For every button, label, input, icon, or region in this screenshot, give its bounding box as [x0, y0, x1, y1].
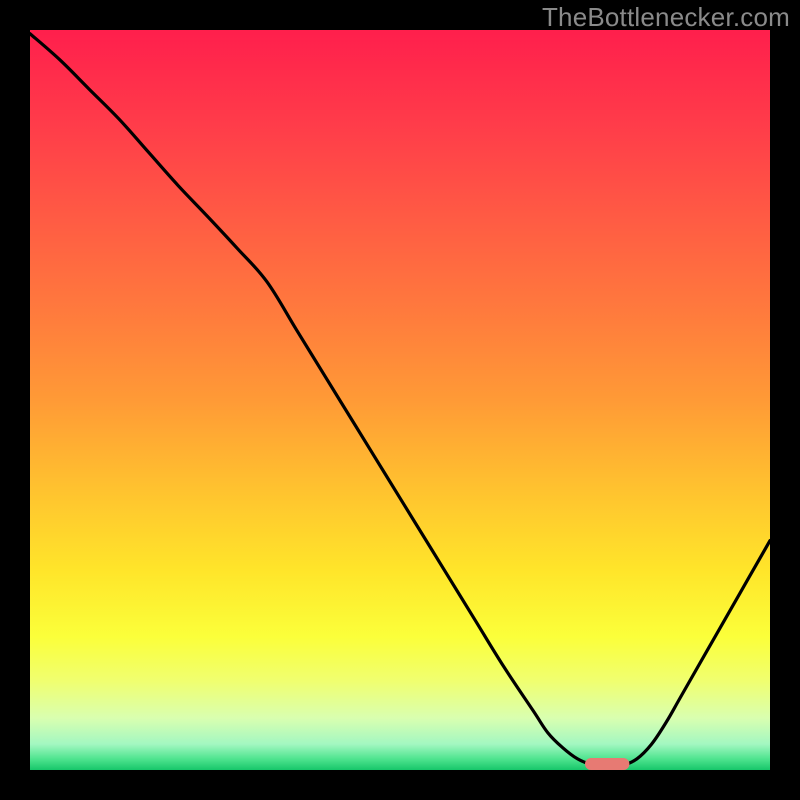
chart-container: TheBottlenecker.com — [0, 0, 800, 800]
watermark-text: TheBottlenecker.com — [542, 2, 790, 33]
bottleneck-chart — [30, 30, 770, 770]
optimal-marker — [585, 758, 629, 770]
gradient-background — [30, 30, 770, 770]
